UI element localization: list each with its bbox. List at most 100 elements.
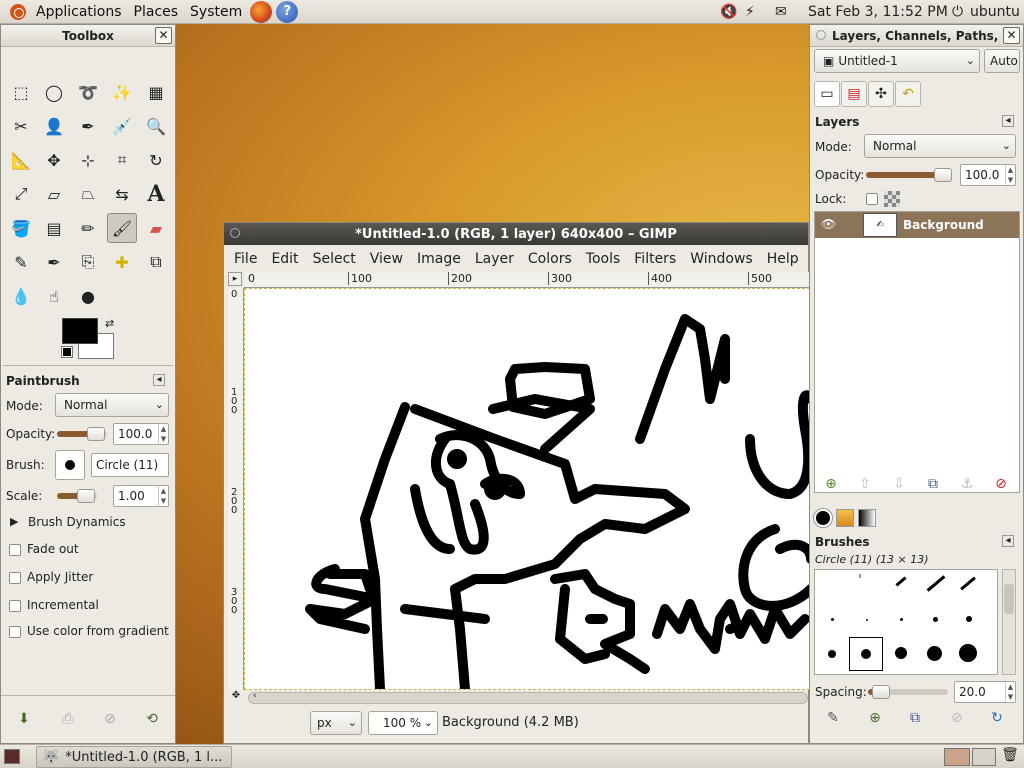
image-select-dropdown[interactable]: ▣ Untitled-1 ⌄ xyxy=(814,49,980,73)
paths-icon[interactable]: ✒ xyxy=(73,111,103,141)
align-icon[interactable]: ⊹ xyxy=(73,145,103,175)
scale-spinbox[interactable]: 1.00 ▲ ▼ xyxy=(113,485,169,507)
navigate-icon[interactable]: ✥ xyxy=(228,690,244,706)
channels-tab-icon[interactable]: ▤ xyxy=(841,81,867,107)
help-icon[interactable]: ? xyxy=(276,0,299,23)
toolbox-titlebar[interactable]: Toolbox ✕ xyxy=(1,25,175,47)
menu-help[interactable]: Help xyxy=(760,251,806,267)
window-menu-icon[interactable] xyxy=(816,30,826,40)
heal-icon[interactable]: ✚ xyxy=(107,247,137,277)
brush-item[interactable] xyxy=(927,646,942,661)
system-menu[interactable]: System xyxy=(184,4,248,20)
zoom-icon[interactable]: 🔍 xyxy=(141,111,171,141)
anchor-layer-icon[interactable]: ⚓ xyxy=(958,475,976,493)
layer-row[interactable]: 👁 ✍ Background xyxy=(815,212,1019,238)
brush-item[interactable] xyxy=(895,647,907,659)
menu-edit[interactable]: Edit xyxy=(264,251,305,267)
bucket-fill-icon[interactable]: 🪣 xyxy=(6,213,36,243)
menu-filters[interactable]: Filters xyxy=(627,251,683,267)
move-icon[interactable]: ✥ xyxy=(39,145,69,175)
swap-colors-icon[interactable]: ⇄ xyxy=(105,317,114,330)
brush-item-selected[interactable] xyxy=(849,637,883,671)
zoom-dropdown[interactable]: 100 % ⌄ xyxy=(368,711,438,735)
window-menu-icon[interactable] xyxy=(230,228,240,238)
workspace-1[interactable] xyxy=(944,748,970,766)
brush-item[interactable] xyxy=(900,618,903,621)
power-icon[interactable]: ⏻ xyxy=(952,0,963,24)
menu-file[interactable]: File xyxy=(224,251,264,267)
trash-icon[interactable]: 🗑 xyxy=(1000,747,1020,767)
pencil-icon[interactable]: ✏ xyxy=(73,213,103,243)
scroll-left-icon[interactable]: ‹ xyxy=(253,691,257,701)
smudge-icon[interactable]: ☝ xyxy=(39,281,69,311)
menu-view[interactable]: View xyxy=(363,251,410,267)
blur-icon[interactable]: 💧 xyxy=(6,281,36,311)
opacity-slider-knob[interactable] xyxy=(87,427,105,441)
shear-icon[interactable]: ▱ xyxy=(39,179,69,209)
color-select-icon[interactable]: ▦ xyxy=(141,77,171,107)
lower-layer-icon[interactable]: ⇩ xyxy=(890,475,908,493)
image-canvas[interactable]: ↖ xyxy=(244,288,810,690)
save-options-icon[interactable]: ⬇ xyxy=(15,710,33,728)
taskbar-button[interactable]: 🐺 *Untitled-1.0 (RGB, 1 l... xyxy=(36,746,232,768)
brush-item[interactable] xyxy=(831,618,834,621)
brush-preview-button[interactable] xyxy=(55,450,85,480)
mode-dropdown[interactable]: Normal ⌄ xyxy=(55,393,169,417)
layer-mode-dropdown[interactable]: Normal ⌄ xyxy=(864,134,1016,158)
auto-button[interactable]: Auto xyxy=(984,49,1020,73)
spin-arrows-icon[interactable]: ▲ ▼ xyxy=(158,424,168,444)
show-desktop-icon[interactable] xyxy=(4,749,20,764)
brush-name-field[interactable]: Circle (11) xyxy=(91,453,169,477)
reset-options-icon[interactable]: ⟲ xyxy=(143,710,161,728)
expander-arrow-icon[interactable]: ▶ xyxy=(10,515,18,528)
text-icon[interactable]: A xyxy=(141,179,171,209)
rotate-icon[interactable]: ↻ xyxy=(141,145,171,175)
rect-select-icon[interactable]: ⬚ xyxy=(6,77,36,107)
patterns-tab-icon[interactable] xyxy=(836,509,854,527)
refresh-brushes-icon[interactable]: ↻ xyxy=(988,709,1006,727)
ubuntu-logo-icon[interactable] xyxy=(10,3,26,20)
dodge-burn-icon[interactable]: ● xyxy=(73,281,103,311)
brush-item[interactable] xyxy=(828,650,836,658)
flip-icon[interactable]: ⇆ xyxy=(107,179,137,209)
places-menu[interactable]: Places xyxy=(128,4,185,20)
scale-slider-knob[interactable] xyxy=(77,489,95,503)
network-icon[interactable]: ⚡ xyxy=(745,0,755,24)
lock-pixels-checkbox[interactable] xyxy=(866,193,878,205)
restore-options-icon[interactable]: ⎙ xyxy=(59,710,77,728)
raise-layer-icon[interactable]: ⇧ xyxy=(856,475,874,493)
menu-image[interactable]: Image xyxy=(410,251,468,267)
delete-layer-icon[interactable]: ⊘ xyxy=(992,475,1010,493)
paths-tab-icon[interactable]: ✣ xyxy=(868,81,894,107)
airbrush-icon[interactable]: ✎ xyxy=(6,247,36,277)
spacing-slider-knob[interactable] xyxy=(872,685,890,699)
lock-alpha-icon[interactable] xyxy=(884,191,900,207)
layer-opacity-knob[interactable] xyxy=(934,168,952,182)
ink-icon[interactable]: ✒ xyxy=(39,247,69,277)
perspective-clone-icon[interactable]: ⧉ xyxy=(141,247,171,277)
duplicate-layer-icon[interactable]: ⧉ xyxy=(924,475,942,493)
default-colors-icon[interactable] xyxy=(61,346,73,358)
spacing-spinbox[interactable]: 20.0 ▲ ▼ xyxy=(954,681,1016,703)
brush-item[interactable] xyxy=(859,574,861,578)
layers-dock-titlebar[interactable]: Layers, Channels, Paths, U ✕ xyxy=(810,25,1023,47)
new-brush-icon[interactable]: ⊕ xyxy=(866,709,884,727)
spin-arrows-icon[interactable]: ▲ ▼ xyxy=(1005,682,1015,702)
image-titlebar[interactable]: *Untitled-1.0 (RGB, 1 layer) 640x400 – G… xyxy=(224,223,808,245)
ellipse-select-icon[interactable]: ◯ xyxy=(39,77,69,107)
color-picker-icon[interactable]: 💉 xyxy=(107,111,137,141)
close-icon[interactable]: ✕ xyxy=(1003,27,1020,44)
brush-item[interactable] xyxy=(866,619,868,621)
undo-tab-icon[interactable]: ↶ xyxy=(895,81,921,107)
brush-item[interactable] xyxy=(895,576,907,587)
foreground-color-swatch[interactable] xyxy=(62,318,98,344)
menu-layer[interactable]: Layer xyxy=(468,251,521,267)
new-layer-icon[interactable]: ⊕ xyxy=(822,475,840,493)
spin-arrows-icon[interactable]: ▲ ▼ xyxy=(1005,165,1015,185)
menu-windows[interactable]: Windows xyxy=(683,251,760,267)
spin-arrows-icon[interactable]: ▲ ▼ xyxy=(158,486,168,506)
scissors-icon[interactable]: ✂ xyxy=(6,111,36,141)
quick-mask-corner-icon[interactable]: ▸ xyxy=(228,272,242,286)
duplicate-brush-icon[interactable]: ⧉ xyxy=(906,709,924,727)
volume-icon[interactable]: 🔇 xyxy=(720,0,737,24)
